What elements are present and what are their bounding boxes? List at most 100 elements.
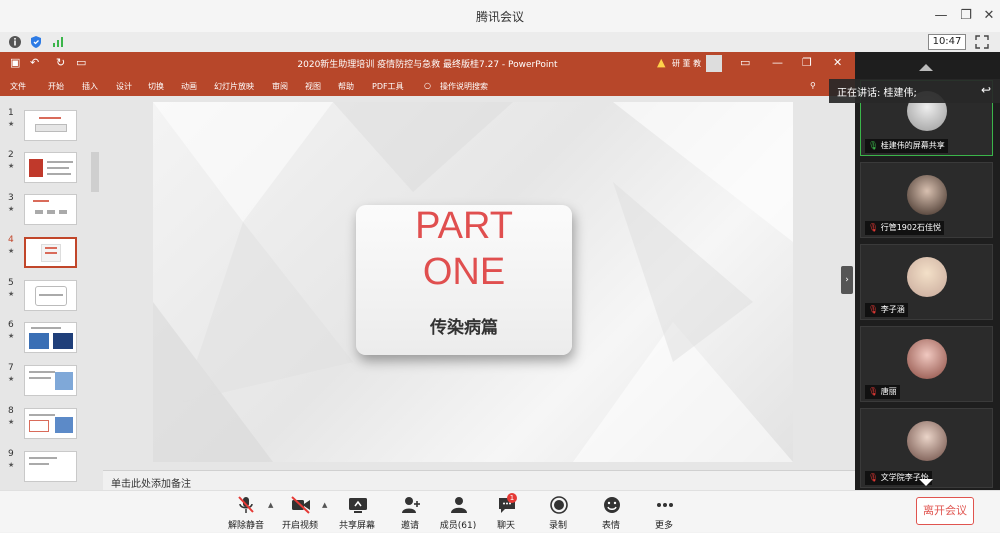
tab-home[interactable]: 开始: [48, 81, 64, 92]
slide-title-line2: ONE: [422, 251, 506, 293]
tab-transitions[interactable]: 切换: [148, 81, 164, 92]
slide-title-card: PART ONE 传染病篇: [356, 205, 572, 355]
participant-tile[interactable]: 🎙 唐丽: [860, 326, 993, 402]
members-button[interactable]: 成员(61): [438, 491, 478, 533]
tab-pdf-tools[interactable]: PDF工具: [372, 81, 404, 92]
notes-placeholder: 单击此处添加备注: [111, 479, 191, 490]
tab-insert[interactable]: 插入: [82, 81, 98, 92]
slide-thumbnail[interactable]: [24, 365, 77, 396]
scroll-up-icon[interactable]: [919, 64, 933, 71]
meeting-toolbar: 解除静音 ▲ 开启视频 ▲ 共享屏幕 邀请 成员(61) 聊天 录制 表情 更多: [0, 490, 1000, 532]
participant-video-panel: 🎙 桂建伟的屏幕共享 🎙 行管1902石佳悦 🎙 李子涵 🎙 唐丽 🎙 文学院李…: [855, 52, 1000, 490]
ppt-close-icon[interactable]: ✕: [833, 56, 842, 69]
leave-meeting-button[interactable]: 离开会议: [916, 497, 974, 525]
mic-muted-icon: 🎙: [868, 305, 881, 314]
fullscreen-icon[interactable]: [975, 35, 989, 49]
avatar: [907, 175, 947, 215]
tell-me-search[interactable]: 操作说明搜索: [440, 81, 488, 92]
slide-transition-icon: ★: [8, 120, 15, 128]
mic-muted-icon: 🎙: [868, 387, 881, 396]
record-button[interactable]: 录制: [538, 491, 578, 533]
camera-off-icon: [291, 496, 310, 514]
slide-thumbnail[interactable]: [24, 451, 77, 482]
ppt-title-bar: ▣ ↶ ↻ ▭ 2020新生助理培训 疫情防控与急救 最终版桂7.27 - Po…: [0, 52, 855, 76]
tab-file[interactable]: 文件: [10, 81, 26, 92]
chat-button[interactable]: 聊天: [486, 491, 526, 533]
audio-options-caret-icon[interactable]: ▲: [268, 501, 273, 509]
collapse-panel-icon[interactable]: ›: [841, 266, 853, 294]
reactions-button[interactable]: 表情: [591, 491, 631, 533]
slide-canvas[interactable]: PART ONE 传染病篇: [153, 102, 793, 462]
slide-thumbnail[interactable]: [24, 322, 77, 353]
window-title: 腾讯会议: [475, 10, 524, 24]
slide-number: 7: [8, 363, 14, 373]
slide-number: 8: [8, 406, 14, 416]
reply-icon[interactable]: ↩: [981, 83, 991, 97]
signal-icon[interactable]: [51, 35, 65, 49]
shield-icon[interactable]: [29, 35, 43, 49]
share-screen-button[interactable]: 共享屏幕: [337, 491, 377, 533]
participant-tile[interactable]: 🎙 行管1902石佳悦: [860, 162, 993, 238]
slide-thumbnail[interactable]: [24, 280, 77, 311]
slide-number: 6: [8, 320, 14, 330]
user-avatar[interactable]: [706, 55, 722, 72]
speaking-indicator: 正在讲话: 桂建伟; ↩: [829, 79, 1000, 103]
participant-tile[interactable]: 🎙 李子涵: [860, 244, 993, 320]
invite-button[interactable]: 邀请: [390, 491, 430, 533]
record-icon: [550, 496, 568, 514]
slide-thumbnail-selected[interactable]: [24, 237, 77, 268]
share-icon[interactable]: ⚲: [810, 81, 816, 90]
minimize-icon[interactable]: —: [930, 6, 952, 26]
chat-unread-badge: 1: [507, 493, 517, 503]
tab-slideshow[interactable]: 幻灯片放映: [214, 81, 254, 92]
slide-thumbnail[interactable]: [24, 152, 77, 183]
tab-review[interactable]: 审阅: [272, 81, 288, 92]
tab-view[interactable]: 视图: [305, 81, 321, 92]
share-screen-icon: [349, 498, 367, 513]
avatar: [907, 257, 947, 297]
tab-design[interactable]: 设计: [116, 81, 132, 92]
close-icon[interactable]: ✕: [978, 6, 1000, 26]
ppt-restore-icon[interactable]: ❐: [802, 56, 812, 69]
ppt-user-name: 研 董 教: [672, 59, 702, 68]
notes-pane[interactable]: 单击此处添加备注: [103, 470, 855, 490]
start-video-button[interactable]: 开启视频: [280, 491, 320, 533]
thumbnail-scrollbar[interactable]: [91, 152, 99, 192]
ppt-document-title: 2020新生助理培训 疫情防控与急救 最终版桂7.27 - PowerPoint: [297, 60, 558, 70]
info-icon[interactable]: [8, 35, 22, 49]
meeting-clock: 10:47: [928, 34, 966, 50]
mic-muted-icon: 🎙: [868, 473, 881, 482]
ribbon-display-icon[interactable]: ▭: [740, 56, 750, 69]
slide-transition-icon: ★: [8, 332, 15, 340]
slide-number: 3: [8, 193, 14, 203]
tab-help[interactable]: 帮助: [338, 81, 354, 92]
avatar: [907, 421, 947, 461]
more-button[interactable]: 更多: [644, 491, 684, 533]
participant-tile[interactable]: 🎙 文学院李子怡: [860, 408, 993, 488]
lightbulb-icon: ○: [424, 81, 431, 90]
participant-name: 🎙 行管1902石佳悦: [865, 221, 945, 235]
slide-thumbnail[interactable]: [24, 110, 77, 141]
slide-number: 2: [8, 150, 14, 160]
emoji-icon: [604, 497, 620, 513]
tab-animations[interactable]: 动画: [181, 81, 197, 92]
participant-name: 🎙 桂建伟的屏幕共享: [865, 139, 948, 153]
warning-icon: ▲: [657, 56, 666, 69]
slide-subtitle: 传染病篇: [430, 318, 498, 338]
slide-thumbnail[interactable]: [24, 408, 77, 439]
ppt-minimize-icon[interactable]: —: [772, 56, 783, 69]
slide-transition-icon: ★: [8, 461, 15, 469]
restore-icon[interactable]: ❐: [955, 6, 977, 26]
scroll-down-icon[interactable]: [919, 479, 933, 486]
slide-number: 9: [8, 449, 14, 459]
unmute-button[interactable]: 解除静音: [226, 491, 266, 533]
avatar: [907, 339, 947, 379]
add-user-icon: [402, 497, 420, 513]
ppt-ribbon-tabs: 文件 开始 插入 设计 切换 动画 幻灯片放映 审阅 视图 帮助 PDF工具 ○…: [0, 76, 855, 96]
slide-thumbnail[interactable]: [24, 194, 77, 225]
meeting-status-bar: 10:47: [0, 32, 1000, 52]
participant-name: 🎙 李子涵: [865, 303, 908, 317]
participant-name: 🎙 唐丽: [865, 385, 900, 399]
video-options-caret-icon[interactable]: ▲: [322, 501, 327, 509]
slide-transition-icon: ★: [8, 375, 15, 383]
